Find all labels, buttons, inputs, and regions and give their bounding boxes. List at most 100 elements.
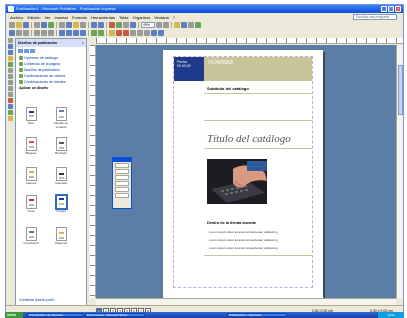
menu-herramientas[interactable]: Herramientas: [91, 15, 115, 20]
rotate-icon[interactable]: [123, 22, 129, 28]
save-icon[interactable]: [23, 22, 29, 28]
3d-icon[interactable]: [158, 30, 164, 36]
zoom-select[interactable]: 49%: [141, 22, 155, 28]
hyperlink-icon[interactable]: [181, 22, 187, 28]
vertical-scroll-thumb[interactable]: [398, 65, 403, 115]
back-icon[interactable]: [18, 49, 23, 53]
form-control-tool-icon[interactable]: [8, 110, 13, 115]
design-gallery-tool-icon[interactable]: [8, 116, 13, 121]
send-to-back-icon[interactable]: [116, 22, 122, 28]
open-icon[interactable]: [16, 22, 22, 28]
justify-icon[interactable]: [80, 30, 86, 36]
bullet-item[interactable]: Lorem ipsum dolor sit amet consectetuer …: [209, 238, 277, 242]
align-left-icon[interactable]: [59, 30, 65, 36]
forward-icon[interactable]: [24, 49, 29, 53]
section-heading[interactable]: Dentro de la tienda durante: [207, 221, 256, 225]
catalog-page[interactable]: Fecha 00.00.00 NOMBRE Subtítulo del catá…: [163, 50, 323, 298]
zoom-in-icon[interactable]: [163, 22, 169, 28]
workspace[interactable]: Fecha 00.00.00 NOMBRE Subtítulo del catá…: [96, 45, 396, 298]
design-thumbnail[interactable]: Ático: [20, 107, 42, 125]
numbering-icon[interactable]: [91, 30, 97, 36]
select-tool-icon[interactable]: [8, 38, 13, 43]
shadow-icon[interactable]: [151, 30, 157, 36]
bullet-item[interactable]: Lorem ipsum dolor sit amet consectetuer …: [209, 246, 277, 250]
menu-ayuda[interactable]: ?: [173, 15, 175, 20]
rectangle-tool-icon[interactable]: [8, 92, 13, 97]
design-thumbnail[interactable]: Captura: [20, 167, 42, 185]
date-block[interactable]: Fecha 00.00.00: [174, 57, 204, 81]
autoshapes-tool-icon[interactable]: [8, 98, 13, 103]
design-thumbnail[interactable]: Crosshatch: [20, 227, 42, 245]
font-icon[interactable]: [16, 30, 22, 36]
arrow-style-icon[interactable]: [144, 30, 150, 36]
dash-style-icon[interactable]: [137, 30, 143, 36]
paste-icon[interactable]: [73, 22, 79, 28]
text-box-tool-icon[interactable]: [8, 44, 13, 49]
design-thumbnail-selected[interactable]: Ciudad: [50, 194, 72, 213]
help-question-input[interactable]: Escriba una pregunta: [353, 14, 397, 20]
zoom-out-icon[interactable]: [156, 22, 162, 28]
bullets-icon[interactable]: [98, 30, 104, 36]
align-center-icon[interactable]: [66, 30, 72, 36]
menu-ventana[interactable]: Ventana: [154, 15, 169, 20]
design-thumbnail[interactable]: Cinta: [20, 195, 42, 213]
taskbar-button[interactable]: 3 Explorador de Windows: [27, 313, 83, 317]
menu-formato[interactable]: Formato: [72, 15, 87, 20]
vertical-scrollbar[interactable]: [396, 45, 403, 298]
hotspot-tool-icon[interactable]: [8, 104, 13, 109]
keyboard-hand-photo[interactable]: [207, 159, 267, 204]
columns-icon[interactable]: [130, 22, 136, 28]
format-painter-icon[interactable]: [80, 22, 86, 28]
redo-icon[interactable]: [98, 22, 104, 28]
close-button[interactable]: ×: [395, 6, 401, 12]
design-thumbnail[interactable]: Bloques: [20, 137, 42, 155]
menu-tabla[interactable]: Tabla: [119, 15, 129, 20]
design-thumbnail[interactable]: Brackets: [50, 137, 72, 155]
maximize-button[interactable]: □: [388, 6, 394, 12]
print-icon[interactable]: [34, 22, 40, 28]
new-icon[interactable]: [9, 22, 15, 28]
fill-color-icon[interactable]: [109, 30, 115, 36]
menu-archivo[interactable]: Archivo: [10, 15, 23, 20]
copy-icon[interactable]: [66, 22, 72, 28]
name-banner[interactable]: NOMBRE: [204, 57, 312, 81]
menu-insertar[interactable]: Insertar: [54, 15, 68, 20]
styles-icon[interactable]: [9, 30, 15, 36]
italic-icon[interactable]: [41, 30, 47, 36]
design-thumbnail[interactable]: Mueble de ventana: [50, 107, 72, 129]
line-style-icon[interactable]: [130, 30, 136, 36]
horizontal-scrollbar[interactable]: [96, 298, 396, 305]
cut-icon[interactable]: [59, 22, 65, 28]
minimize-button[interactable]: _: [381, 6, 387, 12]
start-button[interactable]: inicio: [5, 312, 23, 318]
picture-tool-icon[interactable]: [8, 62, 13, 67]
arrow-tool-icon[interactable]: [8, 80, 13, 85]
design-thumbnail[interactable]: Cascada: [50, 167, 72, 185]
underline-icon[interactable]: [48, 30, 54, 36]
catalog-title[interactable]: Título del catálogo: [207, 133, 291, 145]
bold-icon[interactable]: [34, 30, 40, 36]
floating-toolbar[interactable]: [112, 157, 132, 209]
spelling-icon[interactable]: [48, 22, 54, 28]
clipart-tool-icon[interactable]: [8, 68, 13, 73]
menu-edicion[interactable]: Edición: [27, 15, 40, 20]
undo-icon[interactable]: [91, 22, 97, 28]
design-thumbnail[interactable]: Diagonal: [50, 227, 72, 245]
task-pane-close-button[interactable]: ×: [82, 39, 84, 47]
home-icon[interactable]: [30, 49, 35, 53]
menu-ver[interactable]: Ver: [44, 15, 50, 20]
line-color-icon[interactable]: [116, 30, 122, 36]
table-tool-icon[interactable]: [8, 50, 13, 55]
menu-organizar[interactable]: Organizar: [133, 15, 151, 20]
bullet-item[interactable]: Lorem ipsum dolor sit amet consectetuer …: [209, 230, 277, 234]
task-font-schemes[interactable]: Combinaciones de fuentes: [16, 79, 86, 85]
name-text[interactable]: NOMBRE: [208, 60, 234, 66]
print-preview-icon[interactable]: [41, 22, 47, 28]
wordart-tool-icon[interactable]: [8, 56, 13, 61]
catalog-subtitle[interactable]: Subtítulo del catálogo: [207, 86, 249, 91]
web-icon[interactable]: [195, 22, 201, 28]
table-icon[interactable]: [188, 22, 194, 28]
font-size-icon[interactable]: [23, 30, 29, 36]
combine-design-link[interactable]: Combinar diseño publi...: [19, 298, 57, 302]
oval-tool-icon[interactable]: [8, 86, 13, 91]
